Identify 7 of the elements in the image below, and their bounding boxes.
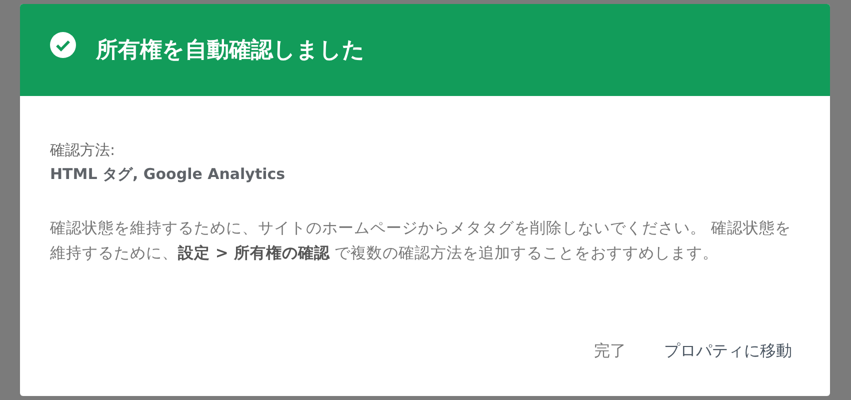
done-button[interactable]: 完了 [586,335,634,368]
message-text: 確認状態を維持するために、サイトのホームページからメタタグを削除しないでください。 確認状態を維持するために、設定 > 所有権の確認 で複数の確認方法を追加することをおすすめします。 [50,218,792,264]
go-to-property-button[interactable]: プロパティに移動 [656,335,800,368]
dialog-title: 所有権を自動確認しました [96,37,365,65]
check-circle-icon [50,32,76,58]
method-label: 確認方法: [50,140,116,161]
method-value: HTML タグ, Google Analytics [50,164,286,185]
